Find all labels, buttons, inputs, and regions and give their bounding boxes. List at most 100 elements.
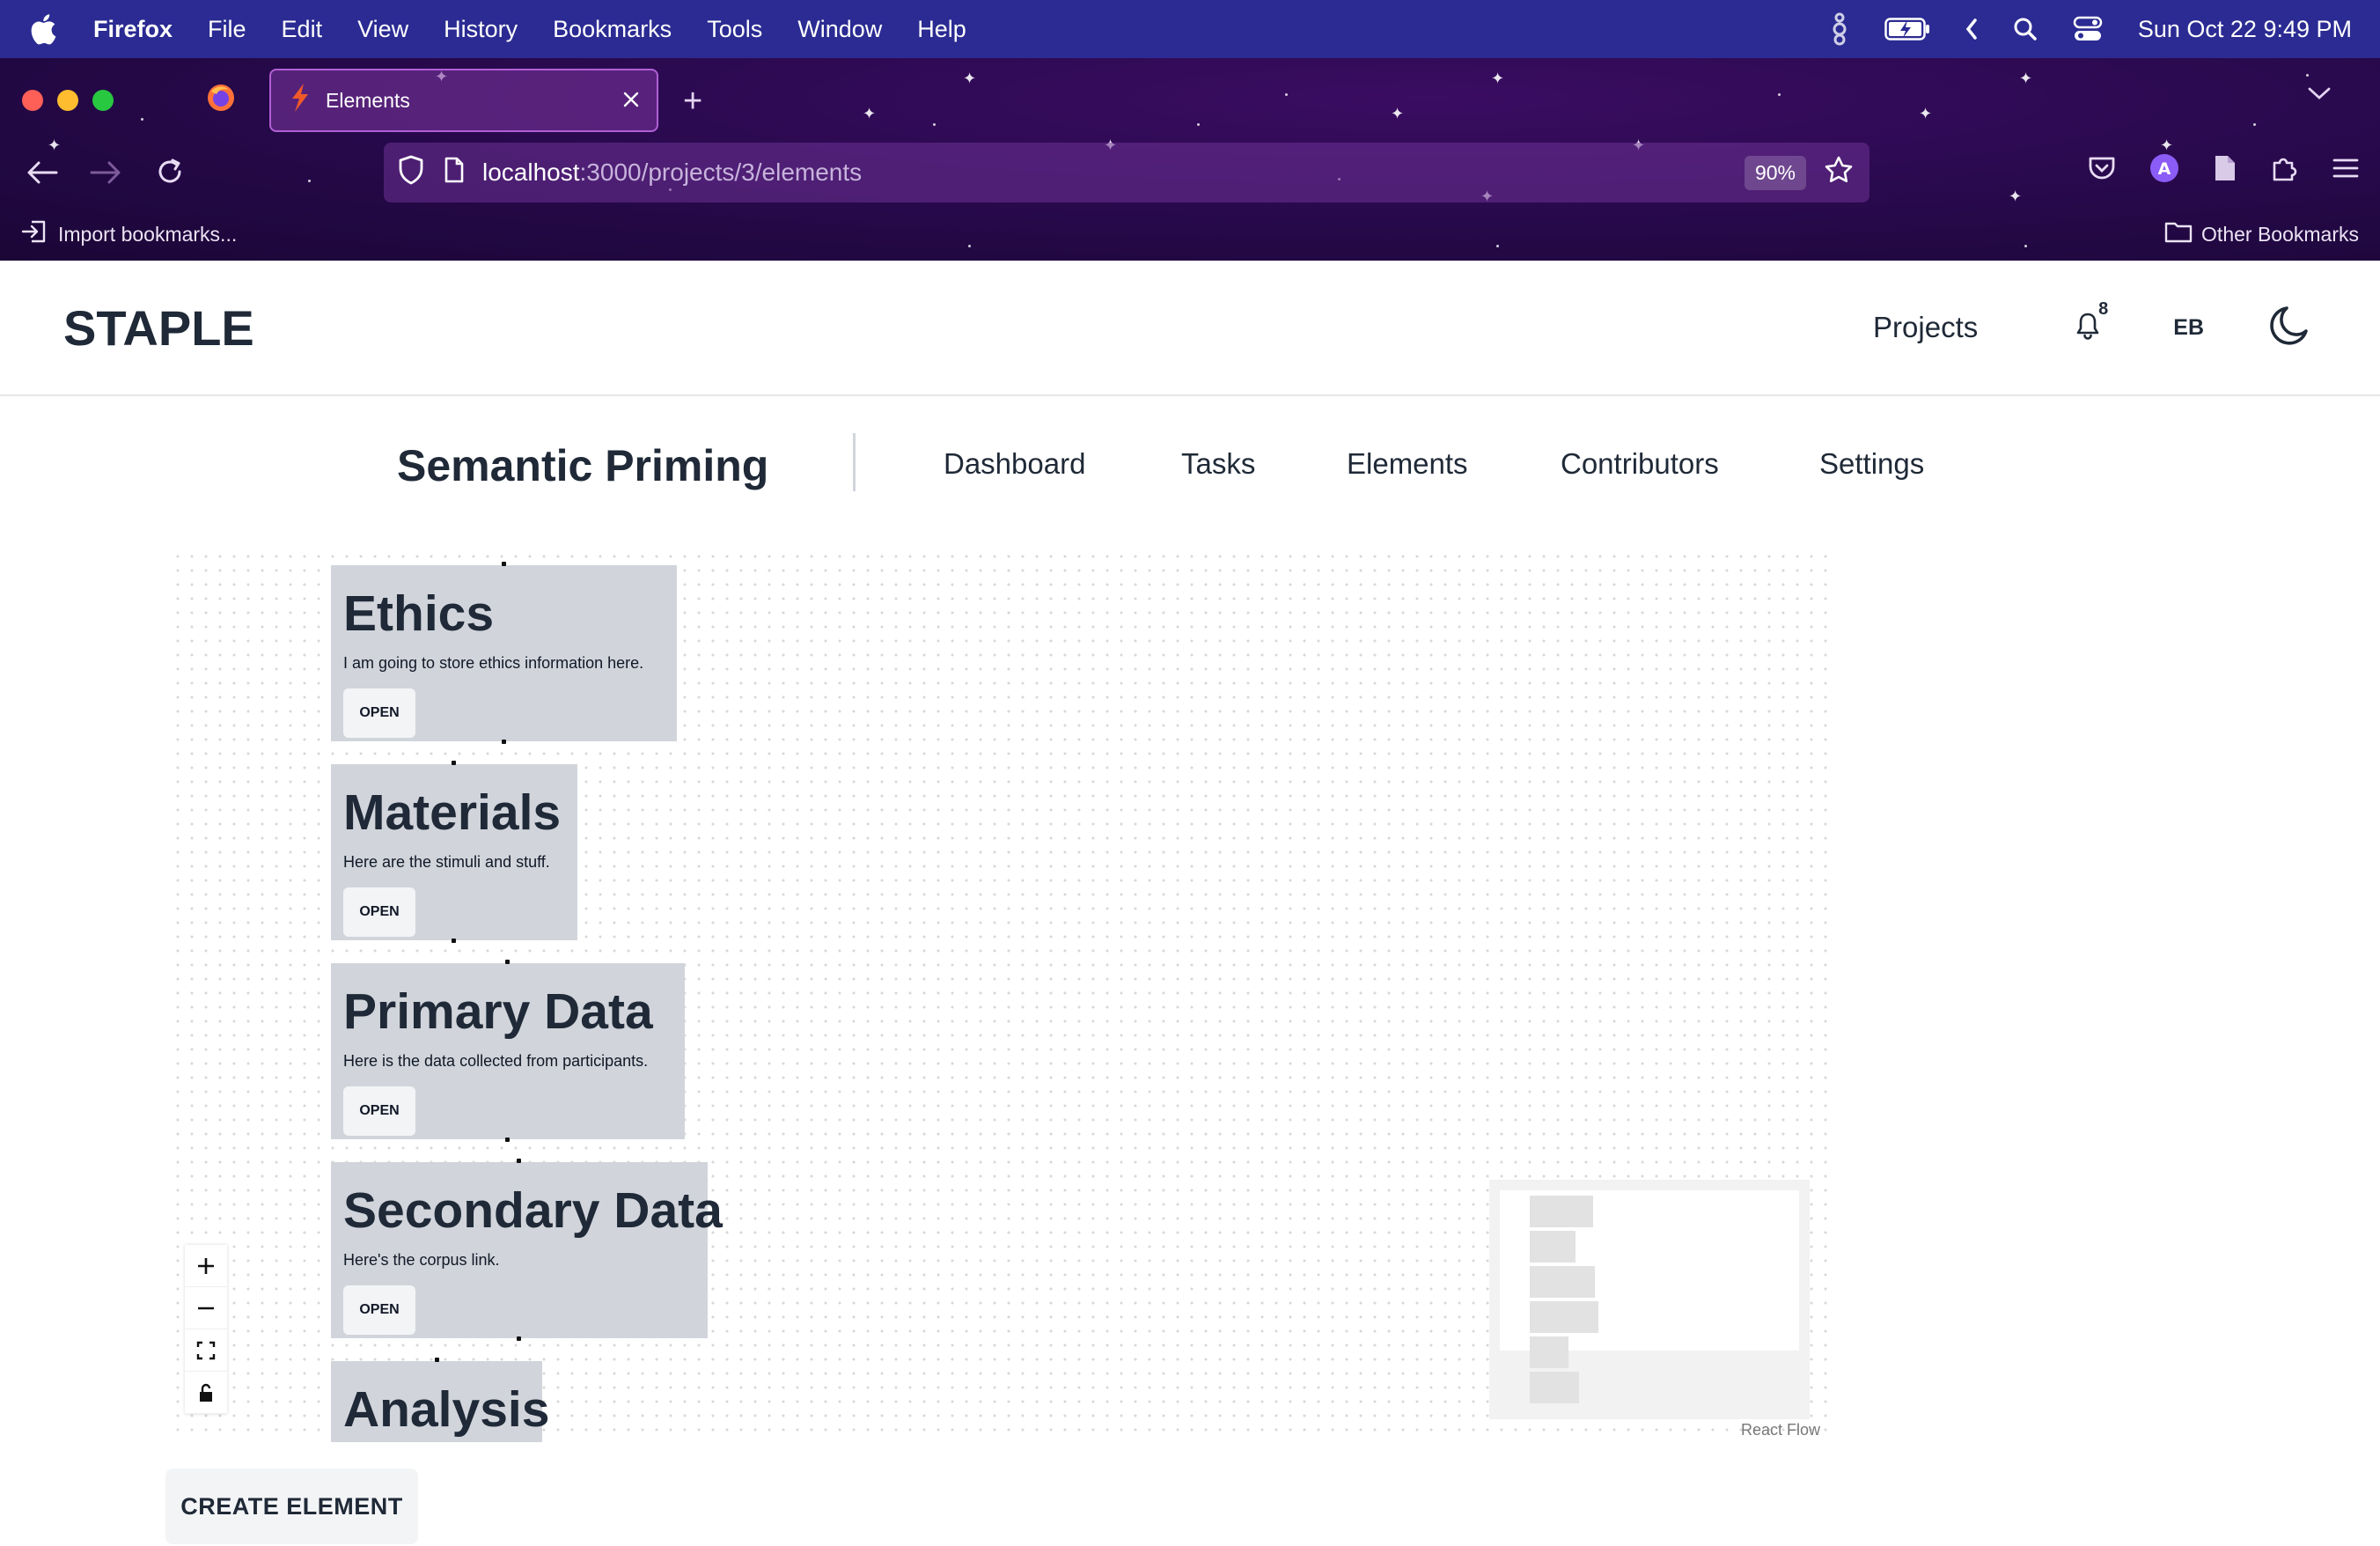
close-tab-icon[interactable] [623, 89, 639, 113]
reader-document-icon[interactable] [2213, 154, 2237, 187]
menubar-clock[interactable]: Sun Oct 22 9:49 PM [2138, 16, 2352, 43]
url-bar[interactable]: localhost:3000/projects/3/elements 90% [384, 143, 1869, 202]
element-flow-canvas[interactable]: Ethics I am going to store ethics inform… [171, 549, 1827, 1442]
url-text[interactable]: localhost:3000/projects/3/elements [482, 158, 862, 187]
bookmarks-toolbar: Import bookmarks... Other Bookmarks [0, 208, 2380, 261]
app-menu-hamburger-icon[interactable] [2332, 158, 2359, 183]
menu-edit[interactable]: Edit [282, 16, 323, 43]
menu-app-firefox[interactable]: Firefox [93, 16, 173, 43]
menu-bookmarks[interactable]: Bookmarks [553, 16, 672, 43]
node-description: I am going to store ethics information h… [343, 653, 644, 672]
import-bookmarks-label: Import bookmarks... [58, 222, 238, 246]
star-dot [1197, 123, 1200, 126]
browser-chrome: ✦ ✦ ✦ ✦ ✦ ✦ ✦ ✦ ✦ ✦ ✦ ✦ ✦ Elements + [0, 58, 2380, 261]
node-handle[interactable] [517, 1159, 521, 1163]
tab-contributors[interactable]: Contributors [1561, 447, 1719, 481]
account-avatar-icon[interactable]: A [2149, 153, 2179, 188]
minimap-node [1530, 1372, 1579, 1403]
minimap-node [1530, 1266, 1595, 1298]
forward-arrow-icon [90, 160, 121, 189]
star-decoration: ✦ [863, 105, 877, 122]
node-handle[interactable] [452, 939, 456, 943]
user-avatar[interactable]: EB [2173, 315, 2204, 341]
node-description: Here is the data collected from particip… [343, 1051, 649, 1070]
zoom-out-button[interactable] [185, 1287, 227, 1329]
battery-icon[interactable] [1884, 18, 1930, 40]
import-icon [21, 219, 48, 249]
node-handle[interactable] [452, 761, 456, 765]
open-materials-button[interactable]: OPEN [343, 887, 415, 937]
node-handle[interactable] [517, 1336, 521, 1341]
flow-node-ethics[interactable]: Ethics I am going to store ethics inform… [331, 565, 677, 741]
lock-icon [200, 1383, 212, 1402]
spotlight-search-icon[interactable] [2013, 17, 2038, 41]
star-decoration: ✦ [2009, 188, 2023, 205]
create-element-button[interactable]: CREATE ELEMENT [165, 1469, 418, 1544]
menu-file[interactable]: File [208, 16, 246, 43]
dark-mode-moon-icon[interactable] [2267, 302, 2315, 354]
flow-node-secondary-data[interactable]: Secondary Data Here's the corpus link. O… [331, 1162, 723, 1338]
star-dot [308, 180, 311, 182]
project-nav: Semantic Priming Dashboard Tasks Element… [0, 398, 2380, 530]
open-secondary-data-button[interactable]: OPEN [343, 1285, 415, 1335]
browser-tab-active[interactable]: Elements [269, 69, 658, 132]
window-zoom-button[interactable] [92, 90, 114, 111]
tab-tasks[interactable]: Tasks [1181, 447, 1255, 481]
zoom-level-indicator[interactable]: 90% [1744, 155, 1806, 190]
flow-minimap[interactable] [1489, 1180, 1810, 1419]
node-handle[interactable] [505, 960, 510, 964]
new-tab-button[interactable]: + [683, 85, 702, 118]
tracking-protection-shield-icon[interactable] [398, 155, 424, 191]
node-handle[interactable] [502, 562, 506, 566]
open-primary-data-button[interactable]: OPEN [343, 1086, 415, 1136]
lock-button[interactable] [185, 1372, 227, 1414]
star-dot [2306, 74, 2309, 77]
star-decoration: ✦ [1491, 70, 1505, 87]
fit-view-button[interactable] [185, 1329, 227, 1372]
apple-logo-icon[interactable] [30, 11, 62, 47]
open-ethics-button[interactable]: OPEN [343, 688, 415, 738]
flow-node-primary-data[interactable]: Primary Data Here is the data collected … [331, 963, 685, 1139]
flow-node-analysis[interactable]: Analysis [331, 1361, 550, 1442]
app-logo[interactable]: STAPLE [63, 299, 254, 357]
tab-elements[interactable]: Elements [1347, 447, 1468, 481]
node-title: Analysis [343, 1381, 550, 1438]
menu-window[interactable]: Window [797, 16, 882, 43]
menu-help[interactable]: Help [917, 16, 966, 43]
tab-dashboard[interactable]: Dashboard [944, 447, 1085, 481]
node-handle[interactable] [435, 1358, 439, 1362]
zoom-in-button[interactable] [185, 1245, 227, 1287]
figure-icon[interactable] [1830, 12, 1849, 46]
star-dot [1285, 93, 1288, 96]
url-path: :3000/projects/3/elements [579, 158, 863, 186]
notifications-button[interactable]: 8 [2075, 299, 2108, 344]
node-handle[interactable] [502, 740, 506, 744]
menu-view[interactable]: View [357, 16, 408, 43]
node-description: Here's the corpus link. [343, 1250, 500, 1269]
extensions-puzzle-icon[interactable] [2271, 154, 2299, 187]
pocket-icon[interactable] [2088, 155, 2116, 186]
flow-node-materials[interactable]: Materials Here are the stimuli and stuff… [331, 764, 577, 940]
other-bookmarks-button[interactable]: Other Bookmarks [2164, 220, 2359, 248]
page-info-icon[interactable] [444, 157, 465, 189]
menu-history[interactable]: History [444, 16, 518, 43]
control-center-icon[interactable] [2073, 16, 2103, 42]
back-arrow-icon[interactable] [26, 160, 58, 189]
star-dot [933, 123, 936, 126]
import-bookmarks-button[interactable]: Import bookmarks... [21, 219, 237, 249]
node-handle[interactable] [505, 1137, 510, 1142]
firefox-view-icon[interactable] [206, 83, 236, 117]
reload-icon[interactable] [155, 157, 185, 191]
menu-tools[interactable]: Tools [707, 16, 762, 43]
tab-settings[interactable]: Settings [1819, 447, 1924, 481]
tab-list-chevron-down-icon[interactable] [2308, 86, 2331, 105]
projects-link[interactable]: Projects [1873, 311, 1978, 344]
window-minimize-button[interactable] [57, 90, 78, 111]
node-title: Materials [343, 784, 562, 841]
node-title: Primary Data [343, 983, 653, 1040]
chevron-left-icon[interactable] [1965, 18, 1978, 40]
bookmark-star-icon[interactable] [1824, 155, 1854, 191]
react-flow-attribution[interactable]: React Flow [1741, 1421, 1820, 1439]
window-close-button[interactable] [22, 90, 43, 111]
star-decoration: ✦ [1919, 105, 1933, 122]
